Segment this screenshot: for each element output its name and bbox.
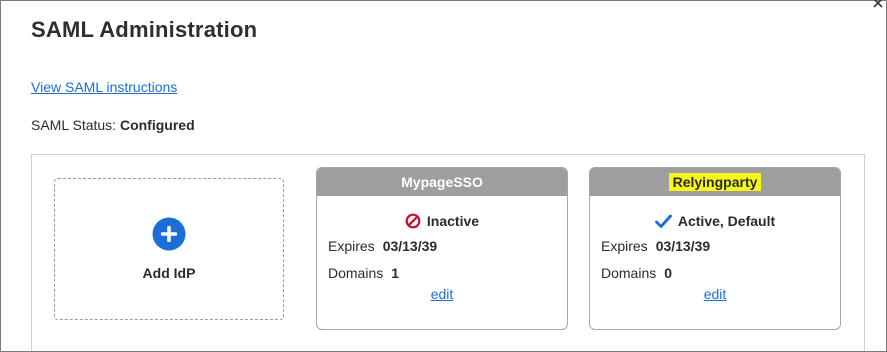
page-title: SAML Administration: [31, 17, 258, 42]
expires-value: 03/13/39: [655, 238, 711, 254]
idp-status: Active, Default: [590, 211, 840, 231]
idp-card-relyingparty: Relyingparty Active, Default Expires 03/1…: [589, 167, 841, 330]
close-icon[interactable]: [872, 0, 884, 9]
idp-status-text: Active, Default: [677, 213, 776, 229]
edit-link[interactable]: edit: [590, 286, 840, 302]
edit-link[interactable]: edit: [317, 286, 567, 302]
domains-value: 1: [391, 265, 400, 281]
domains-value: 0: [664, 265, 673, 281]
idp-domains-row: Domains 0: [601, 265, 840, 285]
saml-status: SAML Status: Configured: [31, 117, 195, 133]
idp-domains-row: Domains 1: [328, 265, 567, 285]
idp-card-mypagesso: MypageSSO Inactive Expires 03/13/39 Domai…: [316, 167, 568, 330]
expires-label: Expires: [328, 238, 375, 254]
idp-card-header: Relyingparty: [590, 168, 840, 196]
idp-status-text: Inactive: [426, 213, 480, 229]
idp-status: Inactive: [317, 211, 567, 231]
saml-status-value: Configured: [119, 117, 195, 133]
idp-name: MypageSSO: [401, 174, 483, 190]
add-idp-button[interactable]: Add IdP: [54, 178, 284, 320]
idp-expires-row: Expires 03/13/39: [601, 238, 840, 258]
domains-label: Domains: [601, 265, 657, 281]
idp-expires-row: Expires 03/13/39: [328, 238, 567, 258]
saml-admin-dialog: SAML Administration View SAML instructio…: [0, 0, 887, 352]
prohibited-icon: [405, 213, 421, 229]
idp-panel: Add IdP MypageSSO Inactive Expires 03/13/…: [31, 154, 865, 351]
expires-label: Expires: [601, 238, 648, 254]
add-idp-label: Add IdP: [142, 265, 196, 281]
check-icon: [654, 214, 672, 229]
plus-circle-icon: [152, 217, 186, 251]
view-saml-instructions-link[interactable]: View SAML instructions: [31, 79, 177, 95]
saml-status-label: SAML Status:: [31, 117, 117, 133]
expires-value: 03/13/39: [382, 238, 438, 254]
idp-card-header: MypageSSO: [317, 168, 567, 196]
idp-name: Relyingparty: [668, 173, 762, 191]
domains-label: Domains: [328, 265, 384, 281]
